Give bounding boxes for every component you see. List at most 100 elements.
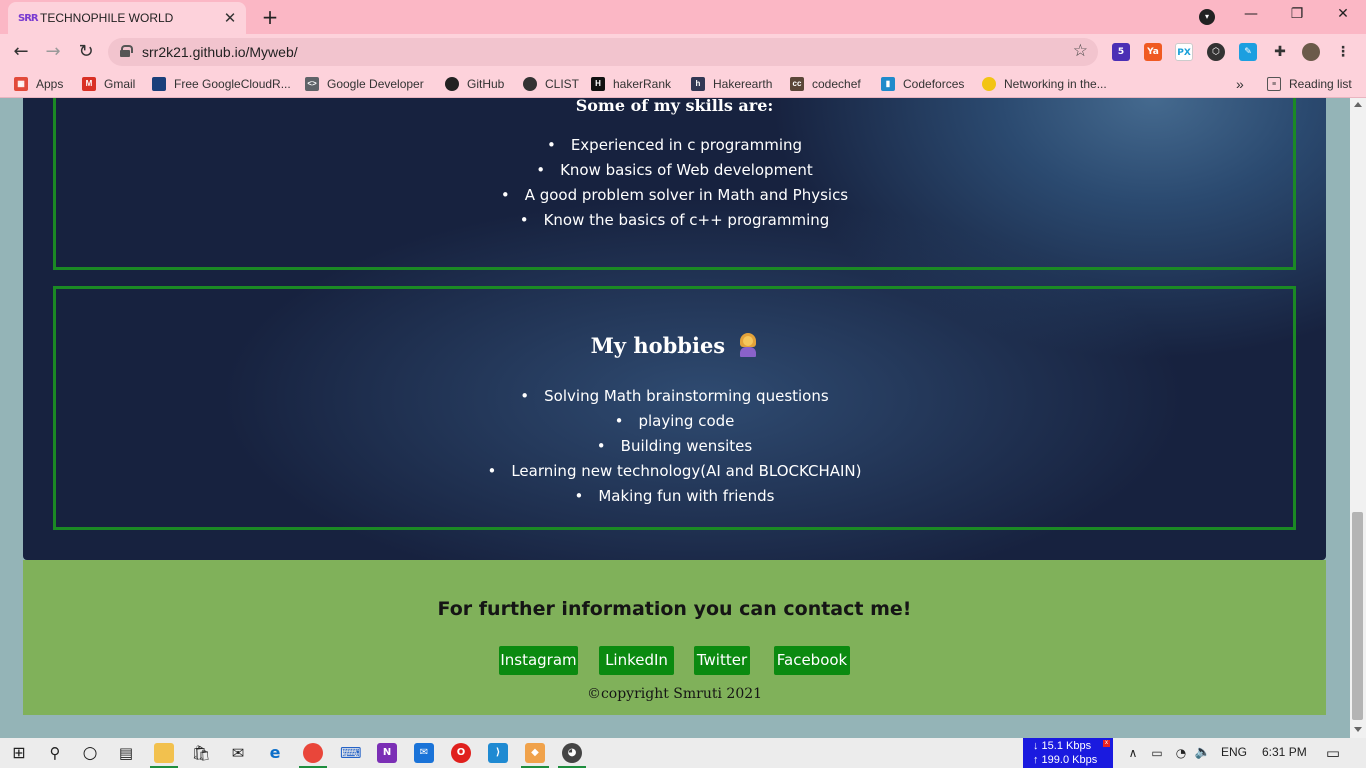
bookmark-github[interactable]: GitHub <box>445 75 504 93</box>
bar-chart-icon: ▮ <box>881 77 895 91</box>
new-tab-button[interactable]: + <box>258 5 282 29</box>
bookmark-star-icon[interactable]: ☆ <box>1073 41 1088 61</box>
restore-button[interactable]: ❐ <box>1287 6 1307 22</box>
mail-icon[interactable]: ✉ <box>228 743 248 763</box>
notification-icon[interactable]: ▭ <box>1323 743 1343 763</box>
language-indicator[interactable]: ENG <box>1221 745 1247 759</box>
store-icon[interactable]: 🛍 <box>191 743 211 763</box>
bookmark-clist[interactable]: CLIST <box>523 75 579 93</box>
list-item: playing code <box>56 409 1293 434</box>
menu-kebab-icon[interactable]: ⋮ <box>1334 43 1352 61</box>
app-icon[interactable]: ◕ <box>562 743 582 763</box>
extension-px-icon[interactable]: PX <box>1175 43 1193 61</box>
network-speed-meter[interactable]: ↓ 15.1 Kbps ↑ 199.0 Kbps x <box>1023 738 1113 768</box>
page-viewport: Some of my skills are: Experienced in c … <box>0 98 1350 738</box>
hobbies-list: Solving Math brainstorming questions pla… <box>56 384 1293 509</box>
list-item: Experienced in c programming <box>56 133 1293 158</box>
clock[interactable]: 6:31 PM <box>1262 745 1307 759</box>
woman-emoji-icon <box>738 333 758 357</box>
linkedin-link[interactable]: LinkedIn <box>599 646 674 675</box>
close-icon[interactable]: x <box>1103 740 1110 747</box>
footer-title: For further information you can contact … <box>437 598 912 620</box>
extension-hex-icon[interactable]: ⬡ <box>1207 43 1225 61</box>
hackerearth-icon: h <box>691 77 705 91</box>
task-view-icon[interactable]: ▤ <box>116 743 136 763</box>
bookmark-google-developer[interactable]: <> Google Developer <box>305 75 424 93</box>
wifi-icon[interactable]: ◔ <box>1171 743 1191 763</box>
url-text[interactable]: srr2k21.github.io/Myweb/ <box>142 44 298 60</box>
bookmarks-bar: ▦ Apps M Gmail Free GoogleCloudR... <> Goog… <box>0 70 1366 98</box>
browser-toolbar: ← → ↻ srr2k21.github.io/Myweb/ ☆ 5 Ya PX… <box>0 34 1366 70</box>
bookmark-icon <box>982 77 996 91</box>
bookmark-codechef[interactable]: cc codechef <box>790 75 861 93</box>
codechef-icon: cc <box>790 77 804 91</box>
volume-icon[interactable]: 🔈 <box>1193 743 1213 763</box>
tab-close-icon[interactable]: ✕ <box>222 9 238 27</box>
avatar[interactable] <box>1302 43 1320 61</box>
code-icon: <> <box>305 77 319 91</box>
apps-grid-icon: ▦ <box>14 77 28 91</box>
vscode-icon[interactable]: ⟩ <box>488 743 508 763</box>
footer: For further information you can contact … <box>23 560 1326 715</box>
instagram-link[interactable]: Instagram <box>499 646 578 675</box>
onenote-icon[interactable]: N <box>377 743 397 763</box>
skills-card: Some of my skills are: Experienced in c … <box>53 98 1296 270</box>
hobbies-heading-text: My hobbies <box>590 333 726 358</box>
list-item: Solving Math brainstorming questions <box>56 384 1293 409</box>
browser-tab[interactable]: SRR TECHNOPHILE WORLD ✕ <box>8 2 246 34</box>
extensions-puzzle-icon[interactable]: ✚ <box>1271 43 1289 61</box>
address-bar[interactable]: srr2k21.github.io/Myweb/ ☆ <box>108 38 1098 66</box>
list-item: Making fun with friends <box>56 484 1293 509</box>
hobbies-heading: My hobbies <box>56 333 1293 358</box>
twitter-link[interactable]: Twitter <box>694 646 750 675</box>
forward-button[interactable]: → <box>42 41 64 63</box>
windows-taskbar: ⊞ ⚲ ○ ▤ 🛍 ✉ e ⌨ N ✉ O ⟩ ◆ ◕ ↓ 15.1 Kbps … <box>0 738 1366 768</box>
bookmark-networking[interactable]: Networking in the... <box>982 75 1107 93</box>
extension-pen-icon[interactable]: ✎ <box>1239 43 1257 61</box>
reload-button[interactable]: ↻ <box>75 41 97 63</box>
close-window-button[interactable]: ✕ <box>1333 6 1353 22</box>
scrollbar-thumb[interactable] <box>1352 512 1363 720</box>
bookmark-codeforces[interactable]: ▮ Codeforces <box>881 75 964 93</box>
skills-list: Experienced in c programming Know basics… <box>56 133 1293 233</box>
bookmark-apps[interactable]: ▦ Apps <box>14 75 63 93</box>
reading-list-button[interactable]: ≡ Reading list <box>1267 75 1352 93</box>
list-item: Know basics of Web development <box>56 158 1293 183</box>
content-section: Some of my skills are: Experienced in c … <box>23 98 1326 560</box>
github-icon <box>445 77 459 91</box>
opera-icon[interactable]: O <box>451 743 471 763</box>
list-item: A good problem solver in Math and Physic… <box>56 183 1293 208</box>
tab-title: TECHNOPHILE WORLD <box>40 11 174 25</box>
skills-heading: Some of my skills are: <box>575 98 774 115</box>
lock-icon[interactable] <box>120 45 133 57</box>
edge-icon[interactable]: e <box>265 743 285 763</box>
gmail-icon: M <box>82 77 96 91</box>
back-button[interactable]: ← <box>10 41 32 63</box>
keyboard-icon[interactable]: ⌨ <box>340 743 362 763</box>
scroll-down-arrow-icon[interactable] <box>1354 727 1362 732</box>
bookmark-hackerrank[interactable]: HhakerRank <box>591 75 671 93</box>
scroll-up-arrow-icon[interactable] <box>1354 102 1362 107</box>
chevron-up-icon[interactable]: ∧ <box>1123 743 1143 763</box>
bookmarks-overflow-button[interactable]: » <box>1236 75 1244 93</box>
paint-icon[interactable]: ◆ <box>525 743 545 763</box>
facebook-link[interactable]: Facebook <box>774 646 850 675</box>
outlook-icon[interactable]: ✉ <box>414 743 434 763</box>
battery-icon[interactable]: ▭ <box>1147 743 1167 763</box>
bookmark-gmail[interactable]: M Gmail <box>82 75 135 93</box>
download-speed: ↓ 15.1 Kbps <box>1033 740 1092 752</box>
chrome-icon[interactable] <box>303 743 323 763</box>
bookmark-googlecloud[interactable]: Free GoogleCloudR... <box>152 75 291 93</box>
list-item: Building wensites <box>56 434 1293 459</box>
windows-start-icon[interactable]: ⊞ <box>9 743 29 763</box>
browser-tabbar: SRR TECHNOPHILE WORLD ✕ + ▾ — ❐ ✕ <box>0 0 1366 34</box>
file-explorer-icon[interactable] <box>154 743 174 763</box>
cortana-icon[interactable]: ○ <box>80 743 100 763</box>
extension-badge-icon[interactable]: 5 <box>1112 43 1130 61</box>
minimize-button[interactable]: — <box>1241 6 1261 22</box>
search-icon[interactable]: ⚲ <box>45 743 65 763</box>
bookmark-hackerearth[interactable]: h Hakerearth <box>691 75 772 93</box>
extension-ya-icon[interactable]: Ya <box>1144 43 1162 61</box>
tab-search-icon[interactable]: ▾ <box>1199 9 1215 25</box>
globe-icon <box>523 77 537 91</box>
